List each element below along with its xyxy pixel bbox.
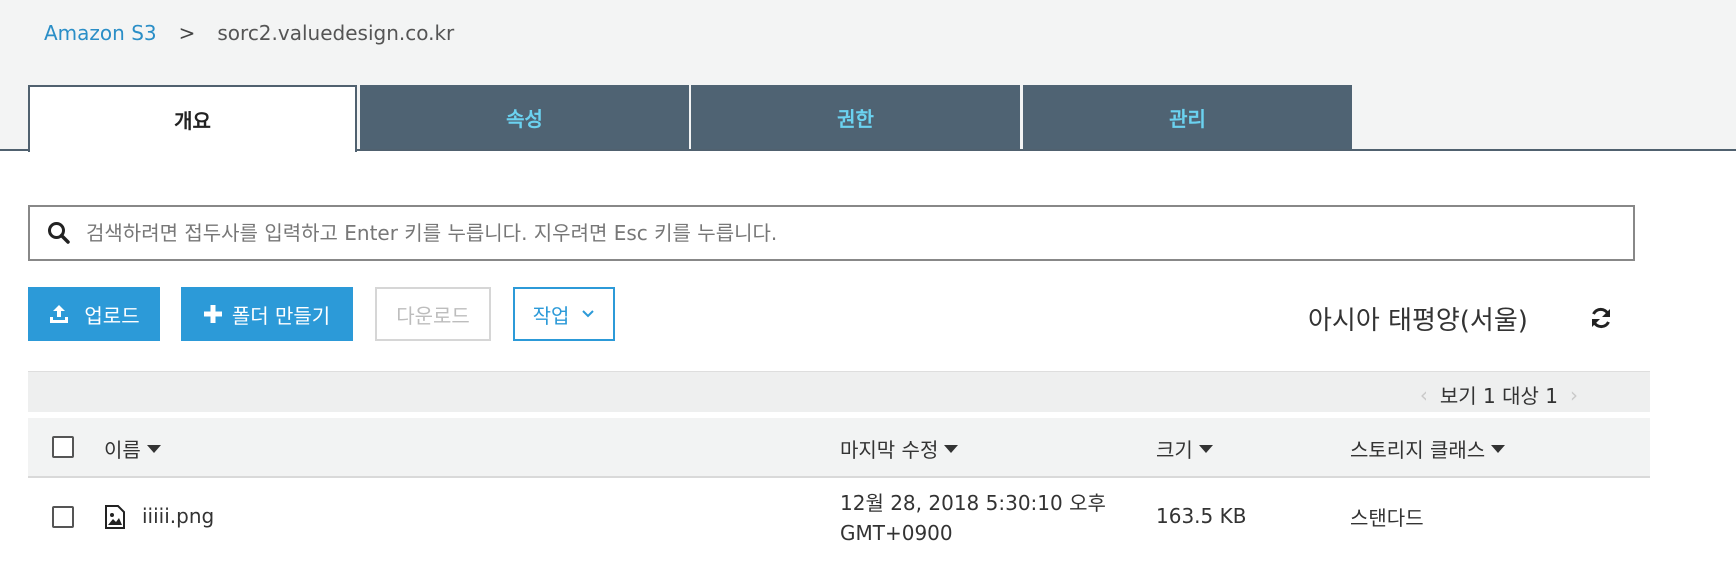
column-header-name[interactable]: 이름 — [104, 434, 161, 463]
select-all-checkbox[interactable] — [52, 436, 74, 458]
column-header-last-modified[interactable]: 마지막 수정 — [840, 434, 959, 463]
upload-label: 업로드 — [84, 303, 140, 328]
size-cell: 163.5 KB — [1156, 504, 1247, 528]
create-folder-label: 폴더 만들기 — [231, 303, 331, 328]
create-folder-button[interactable]: 폴더 만들기 — [181, 287, 353, 341]
column-header-storage-class-label: 스토리지 클래스 — [1350, 438, 1486, 462]
search-input[interactable] — [84, 212, 1633, 254]
breadcrumb-root-link[interactable]: Amazon S3 — [44, 21, 157, 45]
storage-class-cell: 스탠다드 — [1350, 506, 1424, 530]
tab-permissions[interactable]: 권한 — [691, 85, 1020, 149]
breadcrumb-separator: > — [178, 21, 196, 45]
search-icon — [48, 222, 70, 244]
upload-button[interactable]: 업로드 — [28, 287, 160, 341]
download-label: 다운로드 — [396, 303, 470, 328]
next-page-button[interactable]: › — [1570, 383, 1578, 407]
plus-icon — [203, 305, 222, 323]
tab-management[interactable]: 관리 — [1023, 85, 1352, 149]
region-label: 아시아 태평양(서울) — [1308, 306, 1528, 336]
breadcrumb-current: sorc2.valuedesign.co.kr — [217, 21, 455, 45]
last-modified-cell: 12월 28, 2018 5:30:10 오후 GMT+0900 — [840, 488, 1106, 548]
breadcrumb: Amazon S3 > sorc2.valuedesign.co.kr — [44, 18, 454, 48]
last-modified-date: 12월 28, 2018 5:30:10 오후 — [840, 491, 1106, 515]
column-header-name-label: 이름 — [104, 438, 141, 462]
pagination-bar: ‹ 보기 1 대상 1 › — [28, 371, 1650, 412]
column-header-last-modified-label: 마지막 수정 — [840, 438, 939, 462]
actions-dropdown[interactable]: 작업 — [513, 287, 615, 341]
last-modified-timezone: GMT+0900 — [840, 521, 953, 545]
tab-overview[interactable]: 개요 — [28, 85, 357, 152]
refresh-icon[interactable] — [1588, 305, 1614, 331]
sort-caret-icon — [1491, 444, 1506, 453]
column-header-size-label: 크기 — [1156, 438, 1193, 462]
actions-label: 작업 — [532, 303, 570, 328]
chevron-down-icon — [581, 309, 595, 319]
table-row[interactable]: iiiii.png 12월 28, 2018 5:30:10 오후 GMT+09… — [28, 478, 1650, 570]
sort-caret-icon — [1198, 444, 1213, 453]
prev-page-button[interactable]: ‹ — [1420, 383, 1428, 407]
upload-icon — [48, 303, 70, 325]
tab-properties[interactable]: 속성 — [360, 85, 689, 149]
file-name-link[interactable]: iiiii.png — [142, 504, 214, 528]
row-checkbox[interactable] — [52, 506, 74, 528]
image-file-icon — [105, 505, 125, 529]
pagination: ‹ 보기 1 대상 1 › — [1420, 380, 1578, 409]
sort-caret-icon — [944, 444, 959, 453]
sort-caret-icon — [146, 444, 161, 453]
table-header: 이름 마지막 수정 크기 스토리지 클래스 — [28, 418, 1650, 478]
column-header-storage-class[interactable]: 스토리지 클래스 — [1350, 434, 1506, 463]
download-button[interactable]: 다운로드 — [375, 287, 491, 341]
column-header-size[interactable]: 크기 — [1156, 434, 1213, 463]
pagination-text: 보기 1 대상 1 — [1439, 384, 1558, 408]
search-box — [28, 205, 1635, 261]
